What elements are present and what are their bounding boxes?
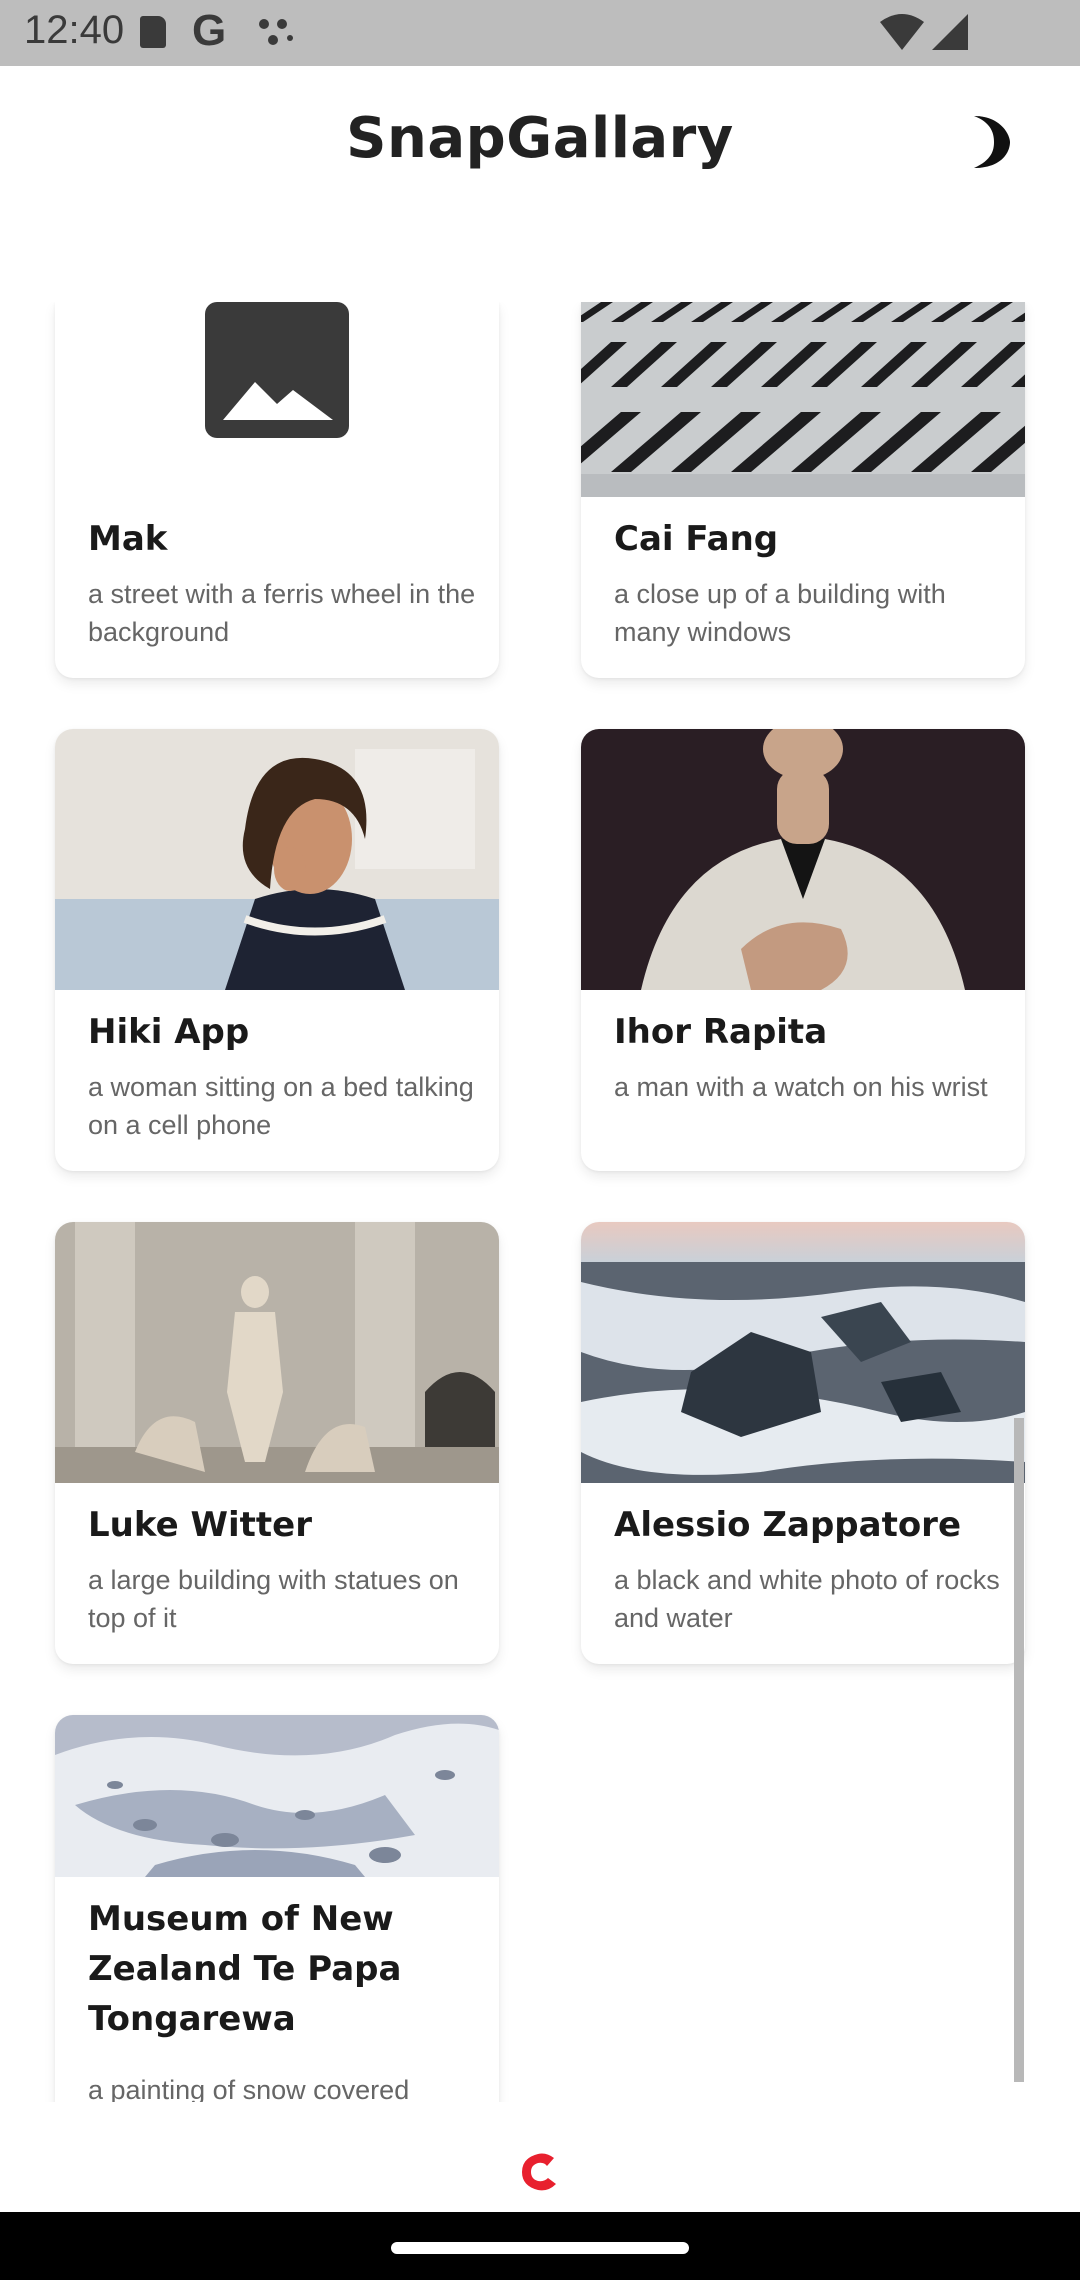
app-title: SnapGallary (346, 106, 734, 171)
brand-c-icon (522, 2153, 556, 2191)
wifi-icon (880, 14, 924, 50)
photo-card[interactable]: Mak a street with a ferris wheel in the … (55, 302, 499, 678)
photo-card[interactable]: Ihor Rapita a man with a watch on his wr… (581, 729, 1025, 1171)
card-author: Museum of New Zealand Te Papa Tongarewa (88, 1899, 402, 2039)
card-photo (581, 1222, 1025, 1483)
signal-icon (932, 14, 968, 50)
card-photo (581, 729, 1025, 990)
card-author: Hiki App (88, 1012, 250, 1052)
system-nav-bar (0, 2212, 1080, 2280)
photo-card[interactable]: Museum of New Zealand Te Papa Tongarewa … (55, 1715, 499, 2102)
card-description: a woman sitting on a bed talking on a ce… (88, 1072, 474, 1140)
assistant-dots-icon (259, 19, 293, 45)
card-photo (55, 1715, 499, 1877)
gallery-grid[interactable]: Mak a street with a ferris wheel in the … (0, 302, 1080, 2102)
card-author: Ihor Rapita (614, 1012, 828, 1052)
card-author: Alessio Zappatore (614, 1505, 962, 1545)
card-description: a man with a watch on his wrist (614, 1072, 988, 1102)
half-moon-icon[interactable] (962, 114, 1010, 170)
photo-card[interactable]: Alessio Zappatore a black and white phot… (581, 1222, 1025, 1664)
status-time: 12:40 (24, 8, 125, 52)
photo-card[interactable]: Cai Fang a close up of a building with m… (581, 302, 1025, 678)
home-gesture-handle[interactable] (391, 2242, 689, 2254)
photo-card[interactable]: Hiki App a woman sitting on a bed talkin… (55, 729, 499, 1171)
sd-card-icon (140, 16, 166, 48)
app-bar: SnapGallary (0, 66, 1080, 216)
card-author: Luke Witter (88, 1505, 312, 1545)
status-bar: 12:40 G (0, 0, 1080, 66)
card-photo (55, 1222, 499, 1483)
card-description: a large building with statues on top of … (88, 1565, 459, 1633)
image-placeholder-icon (55, 302, 499, 452)
card-description: a street with a ferris wheel in the back… (88, 579, 476, 647)
card-author: Cai Fang (614, 519, 779, 559)
card-description: a close up of a building with many windo… (614, 579, 946, 647)
card-photo (581, 302, 1025, 497)
card-photo (55, 729, 499, 990)
card-description: a black and white photo of rocks and wat… (614, 1565, 1000, 1633)
photo-card[interactable]: Luke Witter a large building with statue… (55, 1222, 499, 1664)
card-author: Mak (88, 519, 168, 559)
card-description: a painting of snow covered (88, 2075, 410, 2102)
scrollbar[interactable] (1014, 1418, 1024, 2082)
google-icon: G (192, 6, 227, 55)
